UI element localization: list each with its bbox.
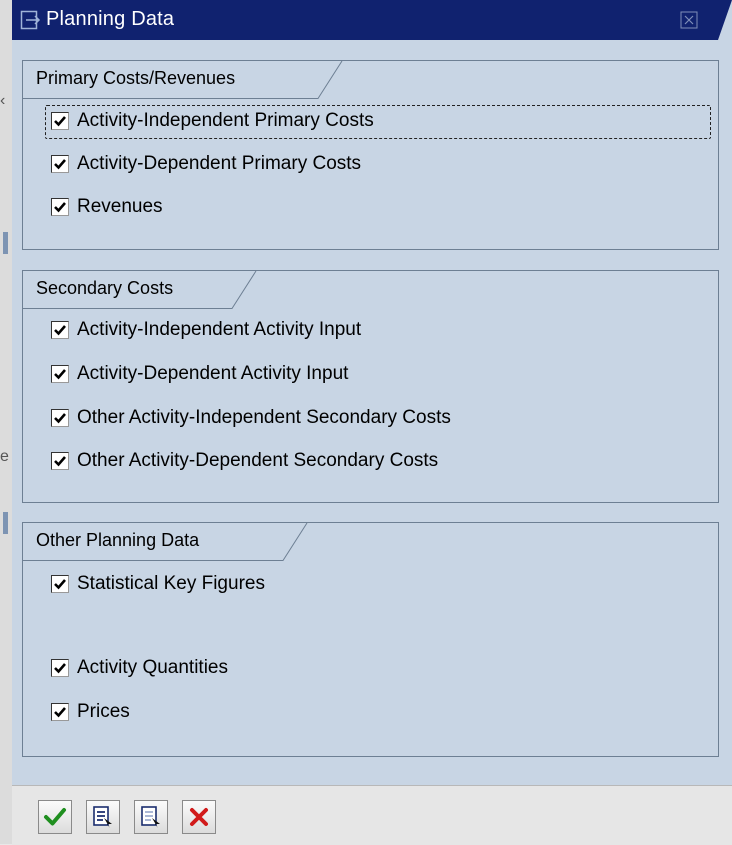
deselect-all-button[interactable]	[134, 800, 168, 834]
group-title: Primary Costs/Revenues	[36, 68, 236, 88]
checkbox-other-activity-dependent-secondary-costs[interactable]: Other Activity-Dependent Secondary Costs	[51, 447, 438, 475]
checkbox-label: Other Activity-Independent Secondary Cos…	[77, 407, 451, 428]
checkbox-box[interactable]	[51, 155, 69, 173]
dialog-arrow-icon	[20, 10, 41, 30]
checkmark-icon	[54, 116, 66, 127]
checkbox-activity-quantities[interactable]: Activity Quantities	[51, 654, 228, 682]
planning-data-dialog: Planning Data Primary Costs/Revenues Act…	[12, 0, 732, 845]
checkbox-label: Prices	[77, 701, 130, 722]
dialog-title: Planning Data	[46, 8, 175, 30]
deselect-all-icon	[141, 806, 160, 828]
cancel-x-icon	[190, 808, 208, 826]
checkbox-revenues[interactable]: Revenues	[51, 193, 163, 221]
checkmark-icon	[54, 707, 66, 718]
checkbox-label: Activity-Dependent Activity Input	[77, 363, 349, 384]
checkmark-icon	[44, 808, 66, 826]
select-all-icon	[93, 806, 112, 828]
checkbox-activity-independent-primary-costs[interactable]: Activity-Independent Primary Costs	[51, 107, 374, 135]
group-secondary-costs: Secondary Costs Activity-Independent Act…	[22, 270, 719, 503]
checkbox-box[interactable]	[51, 198, 69, 216]
checkbox-label: Activity-Dependent Primary Costs	[77, 153, 362, 174]
checkbox-box[interactable]	[51, 452, 69, 470]
background-marker	[3, 232, 8, 254]
checkbox-box[interactable]	[51, 659, 69, 677]
confirm-button[interactable]	[38, 800, 72, 834]
background-glyph: ‹	[0, 92, 6, 109]
checkbox-prices[interactable]: Prices	[51, 698, 130, 726]
checkbox-label: Revenues	[77, 196, 163, 217]
checkbox-label: Activity Quantities	[77, 657, 228, 678]
title-bar[interactable]: Planning Data	[12, 0, 732, 40]
checkmark-icon	[54, 456, 66, 467]
checkbox-label: Statistical Key Figures	[77, 573, 265, 594]
group-other-planning-data: Other Planning Data Statistical Key Figu…	[22, 522, 719, 757]
group-title: Other Planning Data	[36, 530, 200, 550]
group-primary-costs-revenues: Primary Costs/Revenues Activity-Independ…	[22, 60, 719, 250]
checkbox-statistical-key-figures[interactable]: Statistical Key Figures	[51, 570, 265, 598]
checkbox-box[interactable]	[51, 365, 69, 383]
dialog-toolbar	[12, 785, 732, 845]
checkmark-icon	[54, 202, 66, 213]
checkbox-activity-independent-activity-input[interactable]: Activity-Independent Activity Input	[51, 316, 361, 344]
checkmark-icon	[54, 325, 66, 336]
close-icon[interactable]	[680, 11, 698, 29]
background-marker	[3, 512, 8, 534]
checkbox-box[interactable]	[51, 575, 69, 593]
checkbox-box[interactable]	[51, 112, 69, 130]
group-title: Secondary Costs	[36, 278, 174, 298]
checkbox-label: Other Activity-Dependent Secondary Costs	[77, 450, 439, 471]
background-glyph: e	[0, 448, 9, 465]
checkmark-icon	[54, 159, 66, 170]
checkbox-activity-dependent-activity-input[interactable]: Activity-Dependent Activity Input	[51, 360, 348, 388]
select-all-button[interactable]	[86, 800, 120, 834]
checkmark-icon	[54, 413, 66, 424]
checkmark-icon	[54, 369, 66, 380]
cancel-button[interactable]	[182, 800, 216, 834]
checkbox-box[interactable]	[51, 321, 69, 339]
checkbox-label: Activity-Independent Activity Input	[77, 319, 362, 340]
checkbox-activity-dependent-primary-costs[interactable]: Activity-Dependent Primary Costs	[51, 150, 361, 178]
checkbox-label: Activity-Independent Primary Costs	[77, 110, 374, 131]
checkbox-box[interactable]	[51, 703, 69, 721]
background-window-edge: ‹ e	[0, 0, 12, 844]
checkbox-other-activity-independent-secondary-costs[interactable]: Other Activity-Independent Secondary Cos…	[51, 404, 451, 432]
checkbox-box[interactable]	[51, 409, 69, 427]
checkmark-icon	[54, 663, 66, 674]
checkmark-icon	[54, 579, 66, 590]
